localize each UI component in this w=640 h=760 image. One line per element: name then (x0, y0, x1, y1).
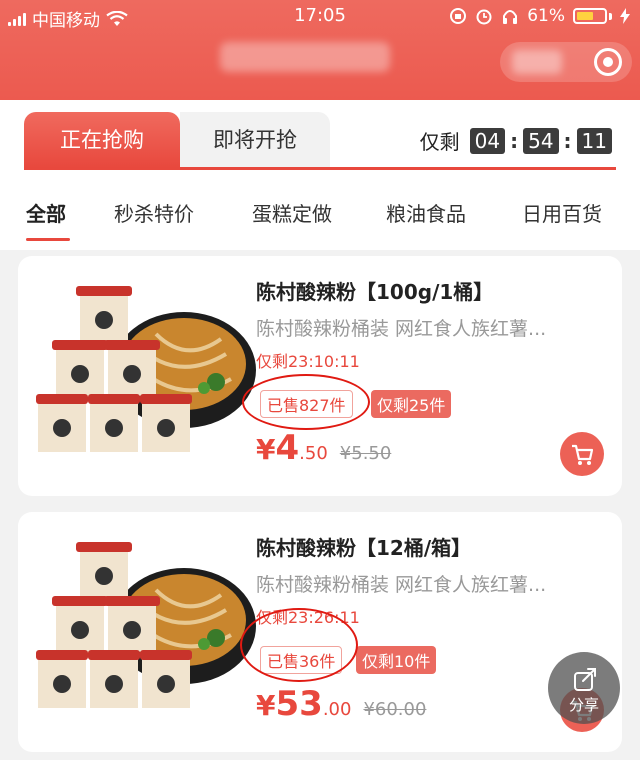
cart-icon (572, 444, 594, 465)
stock-left-badge: 仅剩25件 (371, 390, 452, 418)
stock-left-badge: 仅剩10件 (356, 646, 437, 674)
category-bar: 全部 秒杀特价 蛋糕定做 粮油食品 日用百货 (0, 198, 640, 241)
close-target-icon[interactable] (594, 48, 622, 76)
product-card[interactable]: 陈村酸辣粉【100g/1桶】 陈村酸辣粉桶装 网红食人族红薯... 仅剩23:1… (18, 256, 622, 496)
countdown-hours: 04 (469, 127, 506, 154)
product-price: ¥4.50 ¥5.50 (256, 428, 391, 468)
annotation-circle (242, 374, 370, 430)
tab-upcoming[interactable]: 即将开抢 (180, 112, 330, 168)
original-price: ¥5.50 (339, 443, 392, 464)
product-title[interactable]: 陈村酸辣粉【12桶/箱】 (256, 532, 471, 561)
product-image[interactable] (36, 540, 256, 730)
battery-icon (573, 8, 607, 24)
headphones-icon (503, 10, 518, 24)
currency-symbol: ¥ (256, 433, 276, 466)
category-grain-oil[interactable]: 粮油食品 (386, 198, 466, 227)
category-underline (26, 238, 70, 241)
product-timer: 仅剩23:10:11 (256, 352, 360, 371)
countdown-seconds: 11 (576, 127, 612, 154)
add-to-cart-button[interactable] (560, 432, 604, 476)
currency-symbol: ¥ (256, 689, 276, 722)
category-flash-sale[interactable]: 秒杀特价 (114, 198, 194, 227)
product-title[interactable]: 陈村酸辣粉【100g/1桶】 (256, 276, 493, 305)
share-label: 分享 (568, 696, 599, 714)
charging-icon (620, 8, 630, 24)
category-daily-goods[interactable]: 日用百货 (522, 198, 602, 227)
price-integer: 4 (275, 428, 300, 468)
price-decimal: .00 (322, 699, 352, 720)
rotation-lock-icon (450, 8, 467, 24)
countdown-timer: 仅剩 04 : 54 : 11 (420, 126, 612, 155)
blurred-page-title (220, 42, 390, 72)
tab-underline (24, 167, 616, 170)
share-icon (574, 668, 596, 691)
price-decimal: .50 (299, 443, 328, 464)
product-subtitle: 陈村酸辣粉桶装 网红食人族红薯... (256, 318, 547, 340)
tab-ongoing[interactable]: 正在抢购 (24, 112, 180, 168)
alarm-icon (476, 9, 492, 25)
product-subtitle: 陈村酸辣粉桶装 网红食人族红薯... (256, 574, 547, 596)
header-bar: 中国移动 17:05 61% (0, 0, 640, 100)
product-image[interactable] (36, 284, 256, 474)
blurred-menu-button[interactable] (512, 50, 562, 74)
price-integer: 53 (275, 684, 323, 724)
original-price: ¥60.00 (363, 699, 427, 720)
countdown-minutes: 54 (523, 127, 559, 154)
status-bar: 中国移动 17:05 61% (0, 0, 640, 34)
battery-percent: 61% (527, 6, 565, 26)
status-right: 61% (449, 6, 630, 26)
countdown-separator: : (510, 128, 519, 153)
countdown-label: 仅剩 (419, 130, 460, 154)
category-all[interactable]: 全部 (26, 198, 66, 227)
product-card[interactable]: 陈村酸辣粉【12桶/箱】 陈村酸辣粉桶装 网红食人族红薯... 仅剩23:26:… (18, 512, 622, 752)
annotation-circle (240, 608, 358, 682)
countdown-separator: : (563, 128, 572, 153)
category-cake[interactable]: 蛋糕定做 (252, 198, 332, 227)
product-price: ¥53.00 ¥60.00 (256, 684, 426, 724)
share-button[interactable]: 分享 (548, 652, 620, 724)
mini-program-capsule[interactable] (500, 42, 632, 82)
